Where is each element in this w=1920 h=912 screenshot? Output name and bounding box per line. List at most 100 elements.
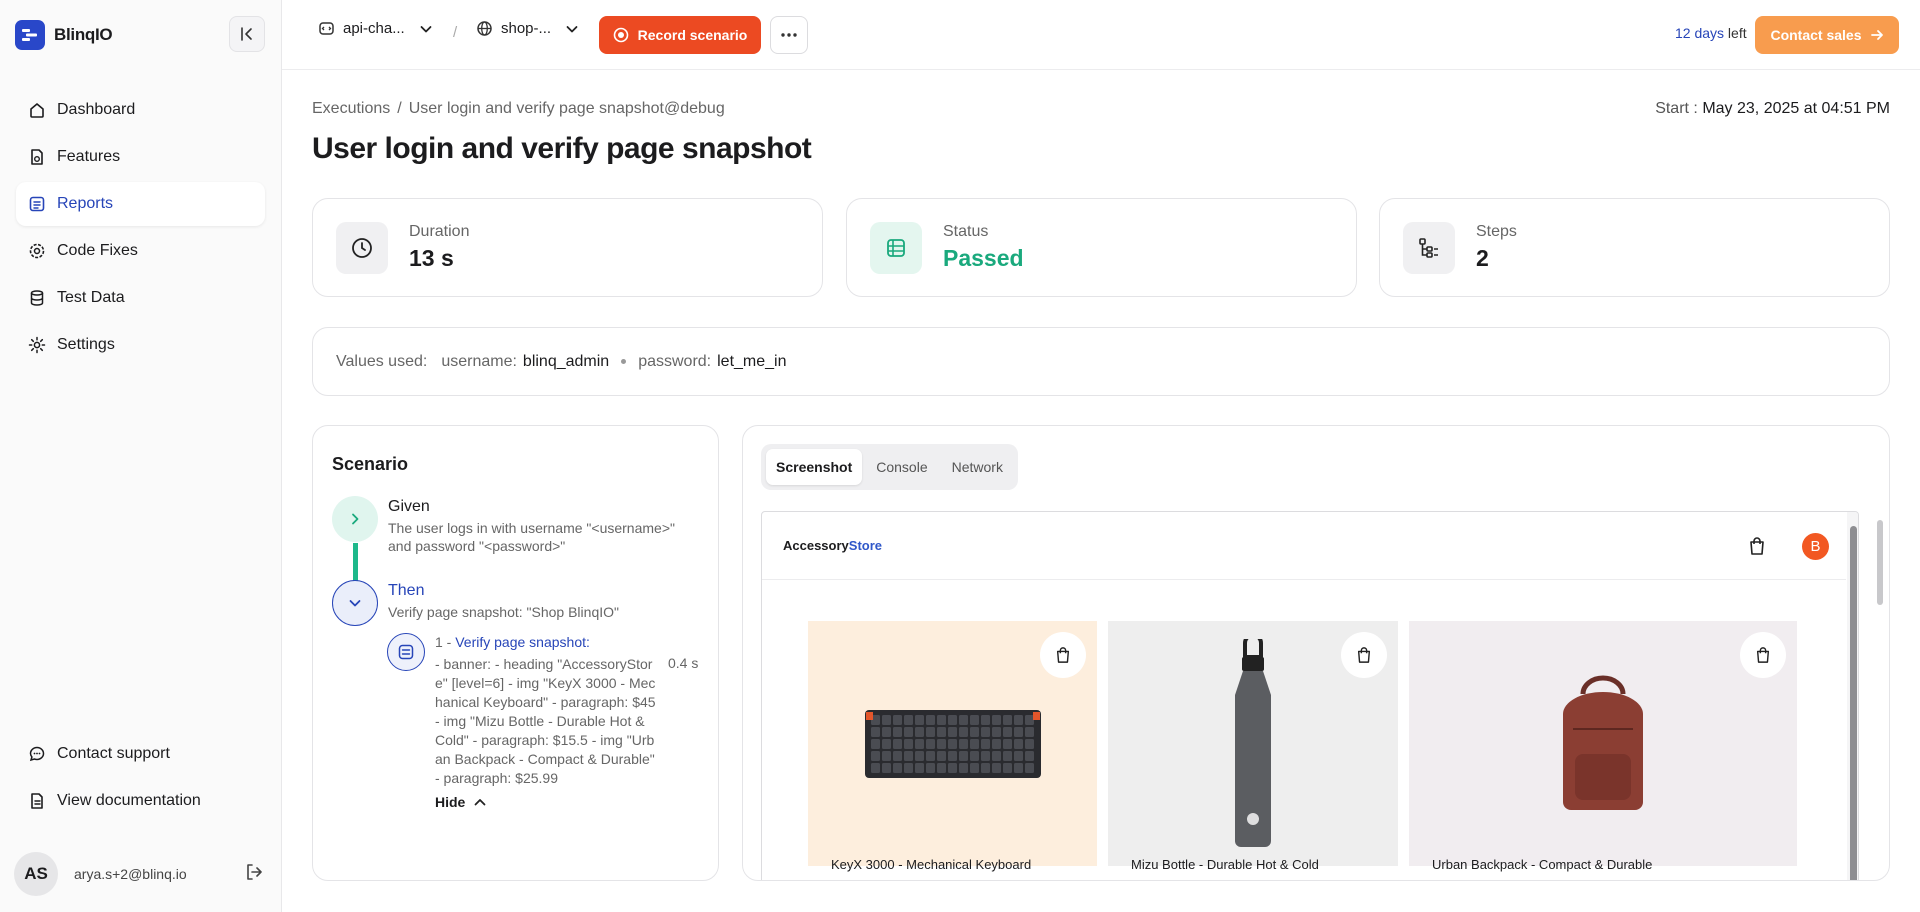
more-horizontal-icon bbox=[781, 33, 797, 37]
product-card: Mizu Bottle - Durable Hot & Cold bbox=[1108, 621, 1398, 880]
sidebar-item-label: Settings bbox=[57, 336, 115, 353]
values-used: Values used: username: blinq_admin passw… bbox=[312, 327, 1890, 396]
hide-label: Hide bbox=[435, 794, 466, 810]
logout-button[interactable] bbox=[244, 862, 264, 882]
preview-header: AccessoryStore B bbox=[762, 512, 1846, 580]
project-name: api-cha... bbox=[343, 20, 405, 37]
sidebar-item-label: Dashboard bbox=[57, 101, 136, 118]
sidebar-nav: Dashboard Features Reports Code Fixes Te… bbox=[16, 88, 265, 370]
steps-label: Steps bbox=[1476, 223, 1517, 240]
status-card: Status Passed bbox=[846, 198, 1357, 297]
product-cart-button bbox=[1040, 632, 1086, 678]
topbar: api-cha... / shop-... Record scenario 12… bbox=[282, 0, 1920, 70]
status-value: Passed bbox=[943, 245, 1024, 271]
record-scenario-label: Record scenario bbox=[637, 27, 748, 43]
duration-label: Duration bbox=[409, 223, 470, 240]
page-scrollbar-thumb[interactable] bbox=[1877, 520, 1883, 605]
then-text: Verify page snapshot: "Shop BlinqIO" bbox=[388, 604, 619, 620]
substep-index: 1 - bbox=[435, 634, 456, 650]
tab-screenshot[interactable]: Screenshot bbox=[766, 449, 863, 485]
contact-sales-label: Contact sales bbox=[1770, 27, 1862, 43]
username-value: blinq_admin bbox=[522, 352, 610, 370]
tab-console[interactable]: Console bbox=[866, 449, 937, 485]
water-bottle-icon bbox=[1235, 638, 1271, 847]
app-name: BlinqIO bbox=[54, 25, 113, 44]
user-profile[interactable]: AS arya.s+2@blinq.io bbox=[14, 852, 187, 896]
product-name: Urban Backpack - Compact & Durable bbox=[1432, 857, 1653, 872]
chevron-down-icon bbox=[420, 25, 432, 32]
chat-bubble-icon bbox=[29, 746, 45, 762]
preview-scrollbar[interactable] bbox=[1847, 512, 1858, 880]
document-icon bbox=[31, 793, 43, 809]
product-name: KeyX 3000 - Mechanical Keyboard bbox=[831, 857, 1032, 872]
start-time: Start : May 23, 2025 at 04:51 PM bbox=[1655, 100, 1890, 118]
steps-card: Steps 2 bbox=[1379, 198, 1890, 297]
product-card: Urban Backpack - Compact & Durable bbox=[1409, 621, 1797, 880]
code-fix-gear-icon bbox=[29, 243, 45, 259]
breadcrumb: Executions / User login and verify page … bbox=[312, 100, 725, 118]
product-cart-button bbox=[1740, 632, 1786, 678]
step-connector bbox=[353, 543, 358, 581]
sidebar-item-features[interactable]: Features bbox=[16, 135, 265, 179]
steps-tree-icon bbox=[1403, 221, 1455, 274]
sidebar-item-label: Code Fixes bbox=[57, 242, 138, 259]
gear-icon bbox=[28, 336, 46, 354]
sidebar-item-code-fixes[interactable]: Code Fixes bbox=[16, 229, 265, 273]
environment-name: shop-... bbox=[501, 20, 552, 37]
password-label: password: bbox=[638, 352, 712, 370]
product-card: KeyX 3000 - Mechanical Keyboard bbox=[808, 621, 1097, 880]
database-icon bbox=[30, 290, 44, 306]
step-detail-panel: Screenshot Console Network AccessoryStor… bbox=[742, 425, 1890, 881]
tab-network[interactable]: Network bbox=[942, 449, 1013, 485]
preview-user-avatar: B bbox=[1802, 533, 1829, 560]
record-icon bbox=[613, 27, 628, 43]
then-step-toggle[interactable] bbox=[332, 580, 378, 626]
user-email: arya.s+2@blinq.io bbox=[74, 866, 187, 882]
hide-details-button[interactable]: Hide bbox=[435, 794, 487, 810]
home-icon bbox=[30, 103, 44, 118]
sidebar-item-test-data[interactable]: Test Data bbox=[16, 276, 265, 320]
keyboard-icon bbox=[864, 709, 1041, 778]
substep-duration: 0.4 s bbox=[668, 655, 699, 671]
environment-selector[interactable]: shop-... bbox=[476, 20, 579, 37]
breadcrumb-separator: / bbox=[397, 100, 402, 117]
product-cart-button bbox=[1341, 632, 1387, 678]
store-name-a: Accessory bbox=[783, 538, 849, 553]
snapshot-detail: - banner: - heading "AccessoryStore" [le… bbox=[435, 656, 656, 786]
project-icon bbox=[319, 22, 334, 35]
avatar: AS bbox=[14, 852, 58, 896]
duration-value: 13 s bbox=[409, 245, 454, 271]
breadcrumb-executions-link[interactable]: Executions bbox=[312, 100, 390, 118]
given-step-toggle[interactable] bbox=[332, 496, 378, 542]
given-keyword: Given bbox=[388, 498, 430, 515]
sidebar-item-settings[interactable]: Settings bbox=[16, 323, 265, 367]
chevron-right-icon bbox=[352, 513, 359, 525]
record-scenario-button[interactable]: Record scenario bbox=[599, 16, 761, 54]
view-documentation-link[interactable]: View documentation bbox=[16, 779, 265, 823]
chevron-up-icon bbox=[474, 799, 486, 806]
contact-sales-button[interactable]: Contact sales bbox=[1755, 16, 1899, 54]
collapse-left-icon bbox=[241, 27, 252, 41]
contact-support-link[interactable]: Contact support bbox=[16, 732, 265, 776]
substep-title[interactable]: 1 - Verify page snapshot: bbox=[435, 634, 590, 650]
snapshot-step-icon bbox=[387, 633, 425, 671]
collapse-sidebar-button[interactable] bbox=[229, 16, 265, 52]
trial-suffix: left bbox=[1724, 25, 1747, 41]
status-list-icon bbox=[870, 221, 922, 274]
clock-icon bbox=[336, 221, 388, 274]
values-used-label: Values used: bbox=[336, 352, 428, 370]
sidebar-item-dashboard[interactable]: Dashboard bbox=[16, 88, 265, 132]
chevron-down-icon bbox=[349, 600, 361, 607]
store-name-b: Store bbox=[848, 538, 883, 553]
globe-icon bbox=[477, 21, 492, 36]
duration-card: Duration 13 s bbox=[312, 198, 823, 297]
preview-scroll-thumb[interactable] bbox=[1850, 526, 1857, 880]
view-documentation-label: View documentation bbox=[57, 792, 201, 809]
trial-remaining: 12 days left bbox=[1675, 25, 1747, 41]
logo[interactable]: BlinqIO bbox=[15, 20, 113, 50]
sidebar-item-reports[interactable]: Reports bbox=[16, 182, 265, 226]
more-options-button[interactable] bbox=[770, 16, 808, 54]
project-selector[interactable]: api-cha... bbox=[318, 20, 433, 37]
selector-separator: / bbox=[453, 24, 458, 41]
arrow-right-icon bbox=[1870, 30, 1883, 40]
